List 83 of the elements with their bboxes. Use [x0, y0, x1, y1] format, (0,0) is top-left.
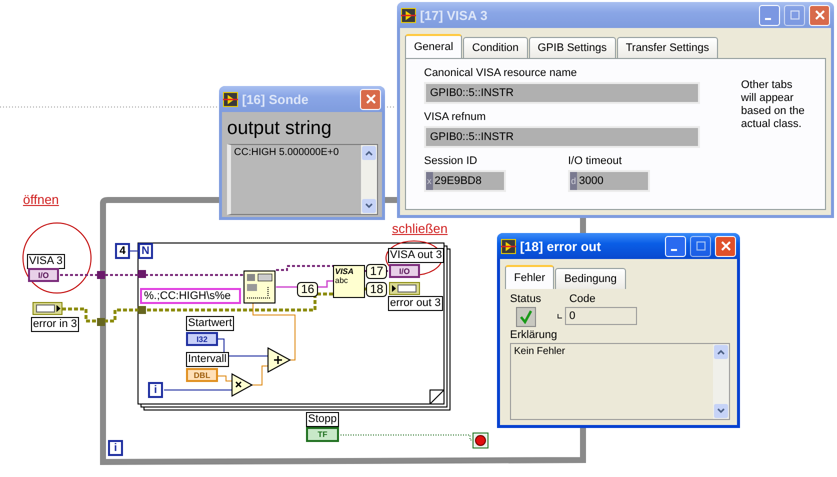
double-terminal: DBL — [186, 368, 218, 382]
format-into-string-node — [244, 270, 276, 304]
window-title: [16] Sonde — [242, 92, 308, 106]
control-label: Stopp — [306, 412, 339, 427]
wire — [128, 250, 138, 252]
loop-tunnel — [138, 270, 146, 278]
minimize-icon — [670, 249, 676, 251]
code-field: 0 — [565, 307, 638, 325]
close-icon — [814, 10, 824, 20]
tab[interactable]: Fehler — [505, 265, 554, 289]
loop-count-constant: 4 — [115, 243, 130, 259]
indicator-label: output string — [227, 118, 333, 140]
close-icon — [720, 241, 730, 251]
integer-terminal: I32 — [186, 332, 218, 346]
annotation: schließen — [390, 221, 450, 236]
node-text: abc — [335, 276, 349, 285]
field-label: Canonical VISA resource name — [424, 67, 578, 79]
visa-terminal: I/O — [28, 268, 59, 282]
add-node — [268, 347, 292, 373]
visa-terminal: I/O — [389, 264, 420, 278]
window-title: [17] VISA 3 — [420, 8, 488, 22]
indicator-label: error out 3 — [388, 296, 443, 311]
tab[interactable]: Transfer Settings — [616, 37, 718, 58]
error-cluster-terminal — [389, 282, 420, 295]
maximize-icon — [696, 241, 706, 251]
annotation: öffnen — [23, 192, 59, 207]
field-label: Session ID — [424, 155, 478, 167]
field-label: I/O timeout — [568, 155, 623, 167]
loop-tunnel — [97, 318, 105, 326]
control-label: VISA 3 — [27, 254, 65, 269]
minimize-icon — [764, 18, 770, 20]
scroll-down-icon[interactable] — [714, 404, 728, 418]
iteration-terminal: i — [108, 440, 123, 456]
scroll-up-icon[interactable] — [714, 345, 728, 359]
control-label: Startwert — [186, 316, 234, 331]
close-icon — [366, 94, 376, 104]
count-terminal: N — [138, 243, 153, 259]
close-button[interactable] — [809, 4, 830, 26]
multiply-icon — [235, 381, 242, 388]
probe-marker: 17 — [366, 264, 388, 279]
explanation-text: Kein Fehler — [513, 345, 566, 359]
tab[interactable]: Bedingung — [555, 268, 626, 289]
control-label: error in 3 — [31, 317, 80, 332]
control-label: Intervall — [186, 352, 229, 367]
field-label: Erklärung — [510, 329, 558, 341]
format-string-constant: %.;CC:HIGH\s%e — [140, 288, 241, 304]
scroll-down-icon[interactable] — [362, 199, 376, 213]
value-field: GPIB0::5::INSTR — [424, 82, 700, 104]
value-field: GPIB0::5::INSTR — [424, 126, 700, 148]
field-label: VISA refnum — [424, 111, 487, 123]
node-text: VISA — [335, 267, 355, 276]
field-label: Code — [568, 293, 596, 305]
indicator-label: VISA out 3 — [388, 248, 444, 263]
close-button[interactable] — [360, 88, 381, 110]
indicator-value: CC:HIGH 5.000000E+0 — [233, 146, 340, 160]
loop-tunnel — [138, 306, 146, 314]
close-button[interactable] — [715, 236, 736, 256]
minimize-button[interactable] — [759, 4, 780, 26]
maximize-icon — [790, 10, 800, 20]
boolean-terminal: TF — [306, 427, 339, 442]
tab[interactable]: GPIB Settings — [528, 37, 616, 58]
increment-icon[interactable] — [557, 313, 564, 319]
highlight-circle — [22, 222, 92, 294]
scrollbar[interactable] — [361, 145, 377, 214]
field-value: 29E9BD8 — [434, 175, 482, 187]
iteration-terminal: i — [148, 382, 163, 398]
scroll-up-icon[interactable] — [362, 146, 376, 160]
error-cluster-terminal — [32, 302, 63, 315]
scrollbar[interactable] — [713, 344, 729, 419]
multiply-node — [232, 373, 254, 397]
maximize-button[interactable] — [784, 4, 805, 26]
field-value: 3000 — [578, 175, 604, 187]
probe-marker: 16 — [297, 282, 318, 297]
probe-marker: 18 — [366, 282, 388, 297]
info-text: Other tabs will appear based on the actual class. — [741, 79, 805, 132]
tab[interactable]: Condition — [463, 37, 528, 58]
tab[interactable]: General — [405, 34, 462, 58]
field-label: Status — [510, 293, 542, 305]
minimize-button[interactable] — [665, 236, 686, 256]
plus-icon — [273, 355, 283, 365]
maximize-button[interactable] — [690, 236, 711, 256]
window-title: [18] error out — [520, 238, 601, 254]
loop-tunnel — [97, 271, 105, 279]
